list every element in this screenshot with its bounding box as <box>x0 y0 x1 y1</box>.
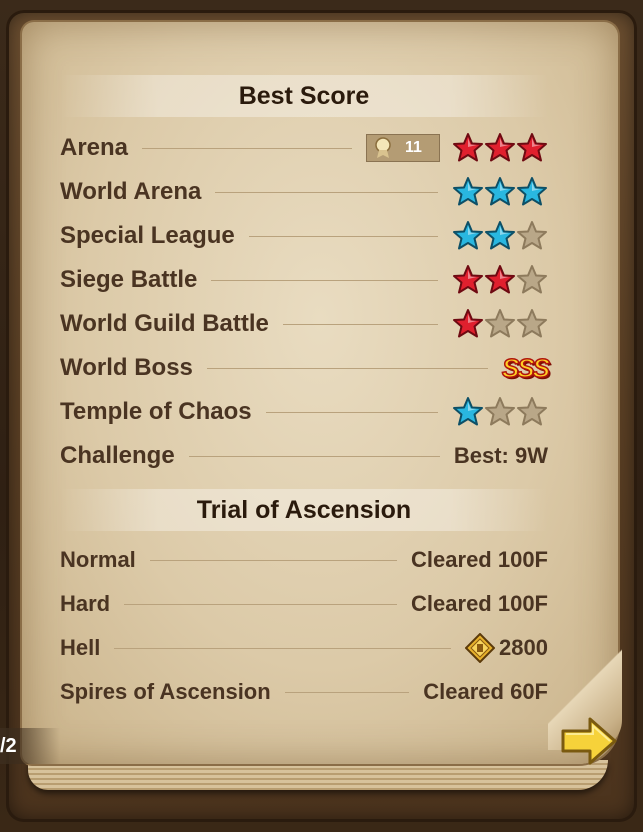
blue-star-icon <box>453 397 483 426</box>
best-score-title: Best Score <box>238 81 370 110</box>
blue-star-icon <box>453 177 483 206</box>
divider-line <box>188 455 440 457</box>
red-star-icon <box>453 265 483 294</box>
red-star-icon <box>453 309 483 338</box>
star-rating <box>452 220 548 252</box>
star-rating <box>452 396 548 428</box>
row-label: Challenge <box>60 442 175 469</box>
gold-coin-icon <box>465 633 496 663</box>
row-label: World Guild Battle <box>60 310 269 337</box>
row-label: Hell <box>60 635 101 660</box>
trial-row-normal: Normal Cleared 100F <box>60 540 548 580</box>
divider-line <box>124 603 398 605</box>
row-label: Hard <box>60 591 111 616</box>
score-row-temple-of-chaos: Temple of Chaos <box>60 392 548 432</box>
blue-star-icon <box>485 221 515 250</box>
trial-row-spires: Spires of Ascension Cleared 60F <box>60 672 548 712</box>
star-rating <box>452 132 548 164</box>
trial-value: Cleared 60F <box>423 679 548 704</box>
row-label: World Boss <box>60 354 193 381</box>
row-label: Arena <box>60 134 129 161</box>
blue-star-icon <box>453 221 483 250</box>
arena-rank-badge: 11 <box>366 134 440 162</box>
row-label: Siege Battle <box>60 266 198 293</box>
score-row-special-league: Special League <box>60 216 548 256</box>
row-label: Special League <box>60 222 235 249</box>
empty-star-icon <box>517 265 547 294</box>
score-row-arena: Arena 11 <box>60 128 548 168</box>
divider-line <box>215 191 438 193</box>
red-star-icon <box>485 265 515 294</box>
divider-line <box>206 367 488 369</box>
next-page-arrow-icon[interactable] <box>560 715 618 767</box>
trial-row-hell: Hell 2800 <box>60 628 548 668</box>
trial-value: 2800 <box>499 635 548 660</box>
empty-star-icon <box>517 397 547 426</box>
score-row-world-arena: World Arena <box>60 172 548 212</box>
row-label: Temple of Chaos <box>60 398 252 425</box>
divider-line <box>149 559 398 561</box>
empty-star-icon <box>517 221 547 250</box>
divider-line <box>142 147 352 149</box>
trial-row-hard: Hard Cleared 100F <box>60 584 548 624</box>
trial-title: Trial of Ascension <box>196 495 412 524</box>
score-row-challenge: Challenge Best: 9W <box>60 436 548 476</box>
challenge-value: Best: 9W <box>453 443 548 468</box>
score-row-world-guild-battle: World Guild Battle <box>60 304 548 344</box>
divider-line <box>284 691 410 693</box>
red-star-icon <box>453 133 483 162</box>
empty-star-icon <box>485 397 515 426</box>
score-row-world-boss: World Boss SSS <box>60 348 551 388</box>
blue-star-icon <box>517 177 547 206</box>
divider-line <box>248 235 438 237</box>
star-rating <box>452 308 548 340</box>
rank-number: 11 <box>405 139 422 156</box>
trial-value: Cleared 100F <box>411 547 548 572</box>
red-star-icon <box>517 133 547 162</box>
empty-star-icon <box>485 309 515 338</box>
row-label: Spires of Ascension <box>60 679 271 704</box>
star-rating <box>452 264 548 296</box>
page-indicator: /2 <box>0 728 60 764</box>
score-row-siege-battle: Siege Battle <box>60 260 548 300</box>
page-stack <box>28 760 608 790</box>
divider-line <box>114 647 452 649</box>
trial-header: Trial of Ascension <box>60 489 548 531</box>
trial-value: Cleared 100F <box>411 591 548 616</box>
sss-rank-badge: SSS <box>501 352 551 384</box>
best-score-header: Best Score <box>60 75 548 117</box>
row-label: Normal <box>60 547 136 572</box>
red-star-icon <box>485 133 515 162</box>
blue-star-icon <box>485 177 515 206</box>
divider-line <box>282 323 438 325</box>
medal-icon <box>375 137 391 158</box>
divider-line <box>265 411 438 413</box>
page-indicator-text: /2 <box>0 734 17 757</box>
empty-star-icon <box>517 309 547 338</box>
star-rating <box>452 176 548 208</box>
divider-line <box>211 279 438 281</box>
row-label: World Arena <box>60 178 202 205</box>
